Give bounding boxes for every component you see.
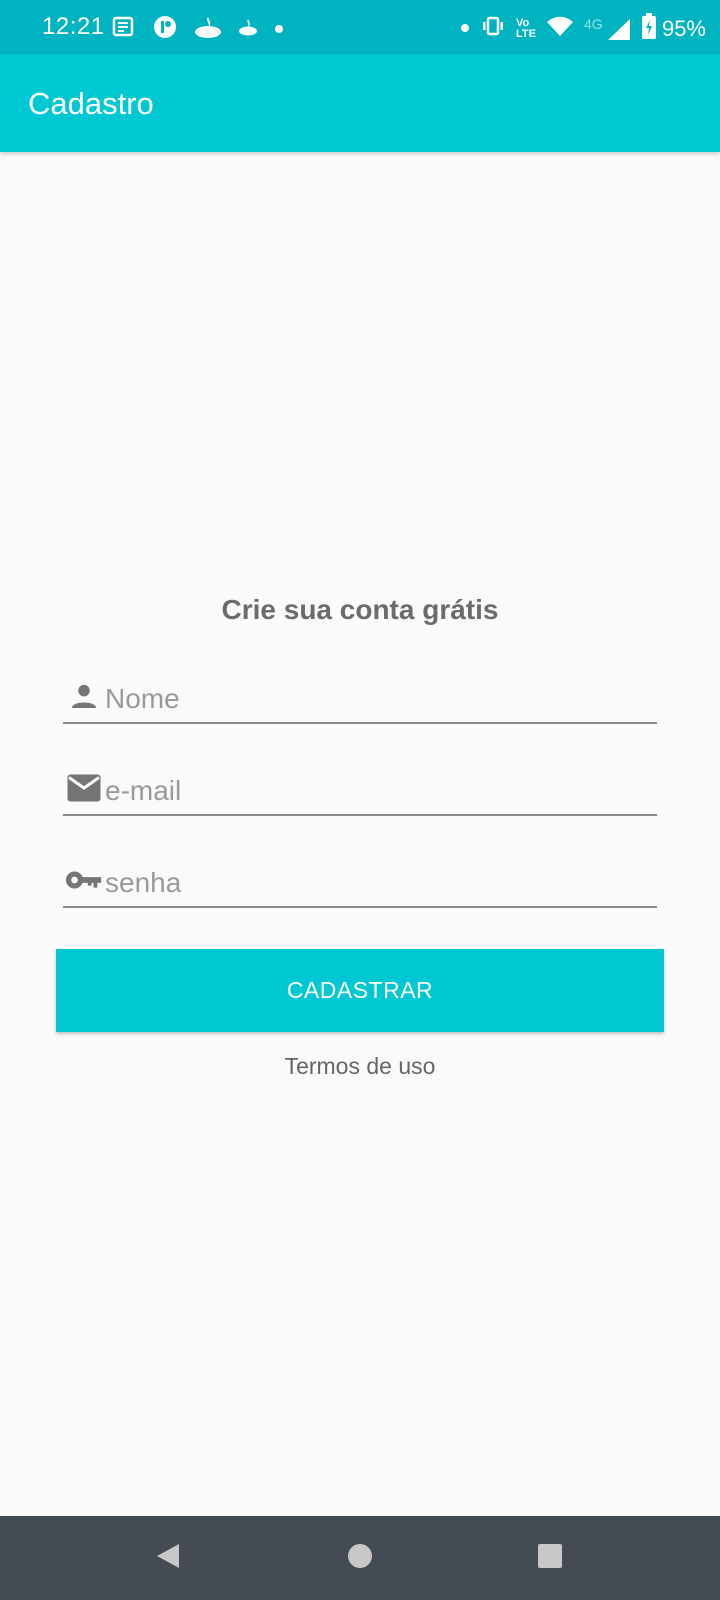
name-input[interactable] [105,680,645,718]
signal-4g-icon: 4G [584,16,632,42]
person-icon [65,678,103,714]
volte-bottom-label: LTE [515,27,536,40]
volte-top-label: Vo [515,16,530,29]
navigation-bar [0,1516,720,1600]
terms-link[interactable]: Termos de uso [0,1053,720,1080]
news-icon [112,15,136,44]
app-icon [152,14,178,45]
status-left-icons [112,14,284,45]
network-label: 4G [583,15,603,32]
app-bar: Cadastro [0,54,720,152]
password-field[interactable] [63,860,657,908]
status-bar: 12:21 Vo LTE 4G 95% [0,0,720,54]
santander-small-icon [238,18,258,41]
recents-square-icon [536,1542,564,1575]
notification-dot-icon [274,21,284,39]
name-field[interactable] [63,676,657,724]
key-icon [65,862,103,898]
battery-charging-icon [641,13,656,44]
email-field[interactable] [63,768,657,816]
email-input[interactable] [105,772,645,810]
back-button[interactable] [148,1538,188,1578]
form-heading: Crie sua conta grátis [221,594,499,625]
notification-dot-icon [460,20,470,38]
password-input[interactable] [105,864,645,902]
email-icon [65,770,103,806]
status-right-icons: Vo LTE 4G 95% [460,13,706,44]
back-triangle-icon [153,1541,183,1576]
battery-percent: 95% [661,15,706,41]
recents-button[interactable] [530,1538,570,1578]
status-time: 12:21 [42,13,105,40]
register-button[interactable]: CADASTRAR [56,949,664,1032]
volte-icon: Vo LTE [515,16,536,40]
home-circle-icon [346,1542,374,1575]
santander-icon [194,15,222,44]
wifi-icon [546,15,574,42]
vibrate-icon [480,14,506,43]
page-title: Cadastro [28,86,154,121]
home-button[interactable] [340,1538,380,1578]
